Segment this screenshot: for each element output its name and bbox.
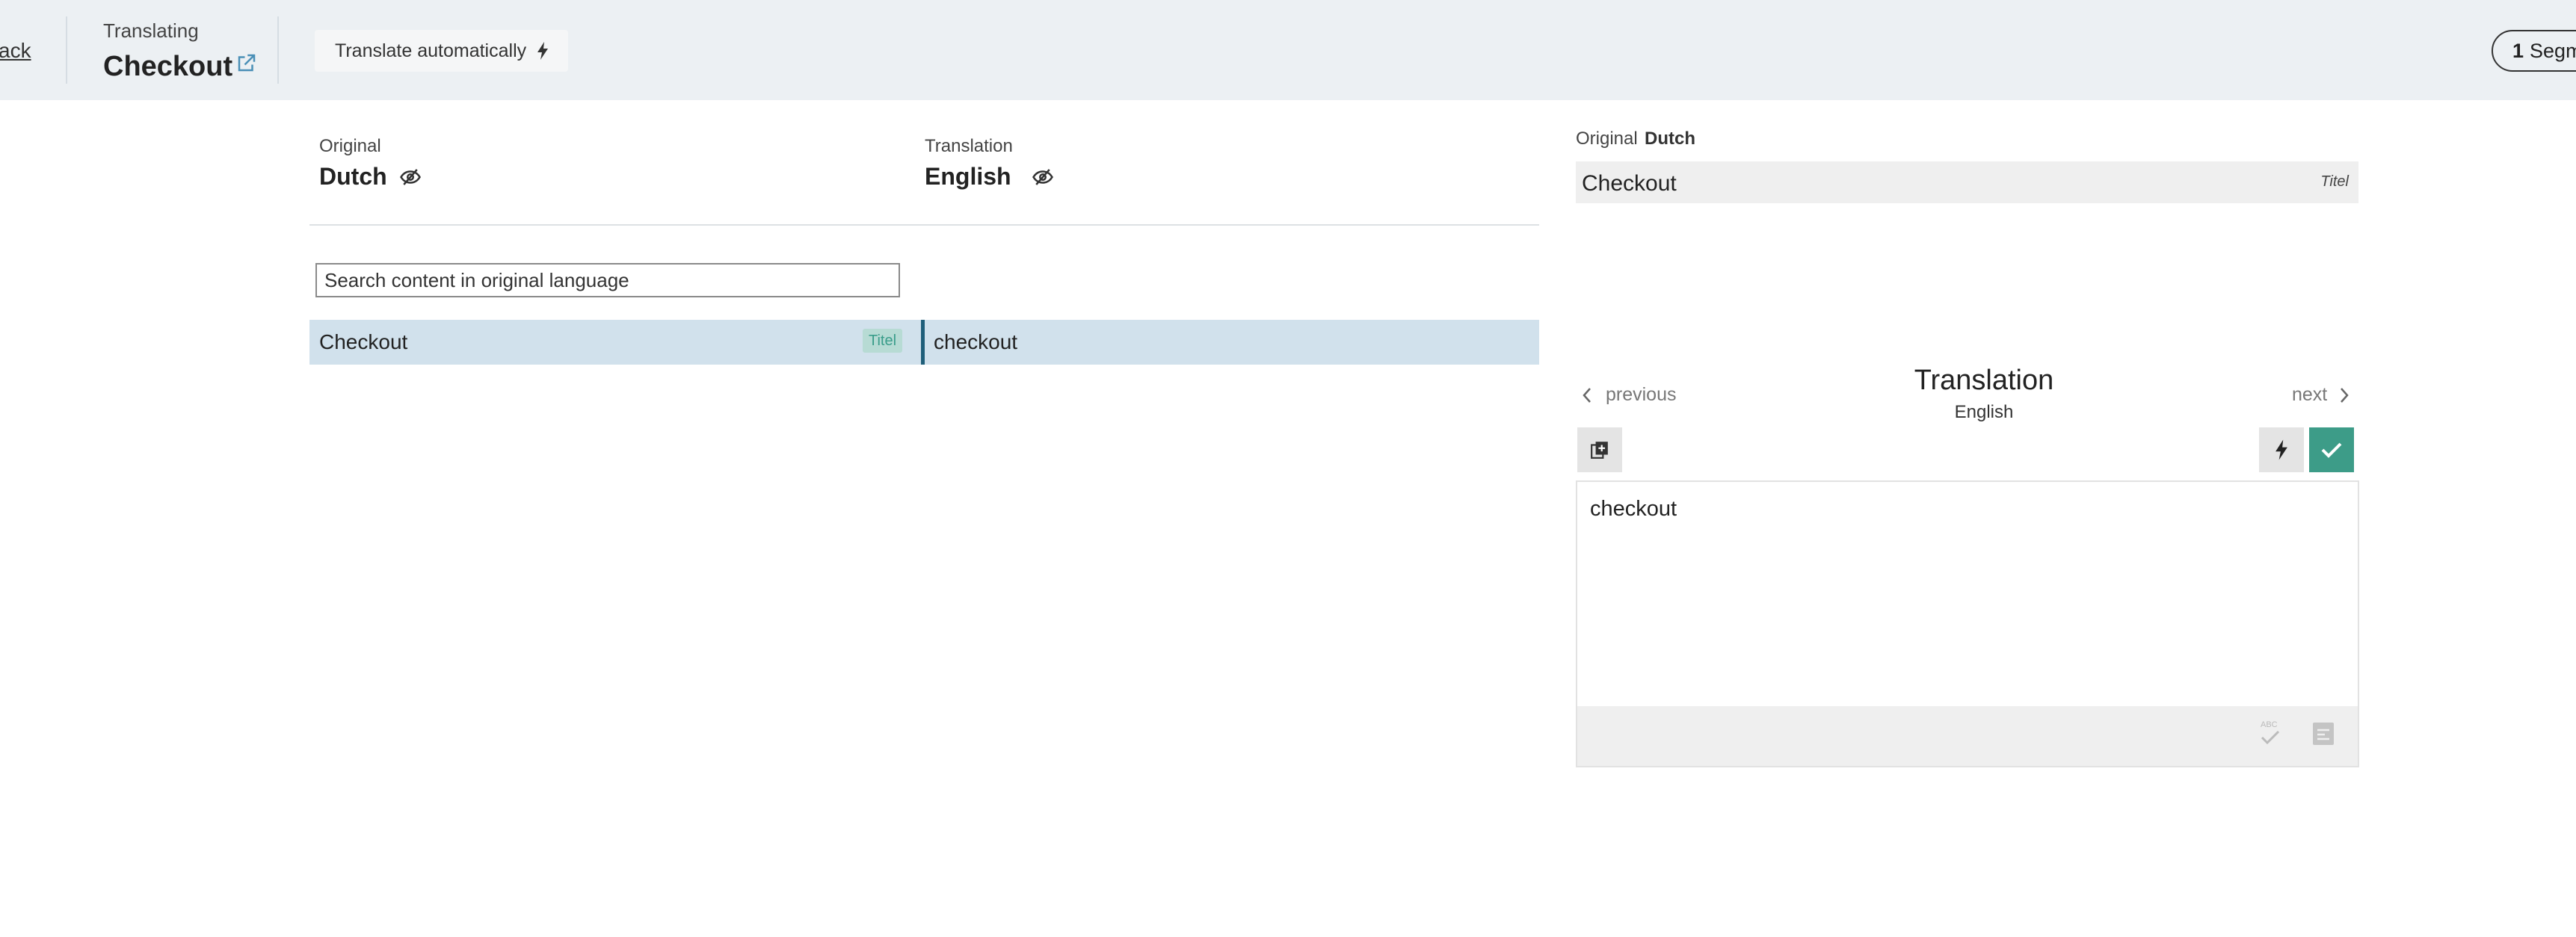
segment-type-badge: Titel <box>863 329 903 353</box>
original-text-box: Checkout Titel <box>1576 161 2358 203</box>
segment-active-indicator <box>921 320 925 365</box>
previous-button[interactable]: previous <box>1582 384 1677 406</box>
original-language-name: Dutch <box>319 163 387 190</box>
spellcheck-icon[interactable]: ABC <box>2258 718 2283 752</box>
copy-original-icon <box>1591 442 1608 459</box>
lightning-bolt-icon <box>2275 439 2287 460</box>
segment-original-text: Checkout <box>319 330 408 353</box>
chevron-left-icon <box>1583 387 1591 403</box>
translation-editor[interactable]: checkout ABC <box>1576 480 2359 767</box>
segments-count: 1 <box>2512 39 2524 62</box>
translation-language-name: English <box>925 163 1011 190</box>
translate-automatically-button[interactable]: Translate automatically <box>315 30 569 72</box>
chevron-right-icon <box>2341 387 2349 403</box>
header-divider <box>277 16 279 84</box>
divider <box>309 224 1539 226</box>
panel-original-label: Original <box>1576 129 1638 149</box>
back-link[interactable]: ack <box>0 39 31 63</box>
search-input[interactable] <box>315 263 900 297</box>
original-text: Checkout <box>1582 171 1677 196</box>
editor-toolbar: ABC <box>1577 706 2358 766</box>
check-icon <box>2321 442 2342 458</box>
panel-original-language: Dutch <box>1645 129 1695 149</box>
page-subtitle: Translating <box>103 19 199 42</box>
eye-slash-icon[interactable] <box>399 167 422 191</box>
next-label: next <box>2292 384 2328 405</box>
page-title-text: Checkout <box>103 51 233 82</box>
original-language-label: Original <box>319 136 381 156</box>
top-bar: ack Translating Checkout Translate autom… <box>0 0 2576 100</box>
translation-title: Translation <box>1914 365 2054 396</box>
segment-row[interactable]: Checkout Titel checkout <box>309 320 1539 365</box>
original-type-tag: Titel <box>2320 173 2349 190</box>
previous-label: previous <box>1606 384 1677 405</box>
confirm-translation-button[interactable] <box>2309 427 2354 472</box>
lightning-bolt-icon <box>537 42 549 60</box>
external-link-icon[interactable] <box>235 49 258 81</box>
segments-button[interactable]: 1 Segm <box>2492 30 2576 72</box>
header-divider <box>66 16 67 84</box>
copy-original-button[interactable] <box>1577 427 1622 472</box>
translation-language: English <box>1954 402 2014 422</box>
next-button[interactable]: next <box>2292 384 2349 406</box>
translation-language-label: Translation <box>925 136 1013 156</box>
svg-text:ABC: ABC <box>2261 720 2278 729</box>
translate-automatically-label: Translate automatically <box>335 40 527 61</box>
auto-translate-segment-button[interactable] <box>2259 427 2304 472</box>
page-title: Checkout <box>103 49 258 83</box>
segments-label: Segm <box>2530 39 2576 62</box>
segment-translation-text: checkout <box>934 330 1018 353</box>
eye-slash-icon[interactable] <box>1032 167 1054 191</box>
special-characters-icon[interactable] <box>2311 721 2335 750</box>
translation-editor-text[interactable]: checkout <box>1590 497 1677 522</box>
